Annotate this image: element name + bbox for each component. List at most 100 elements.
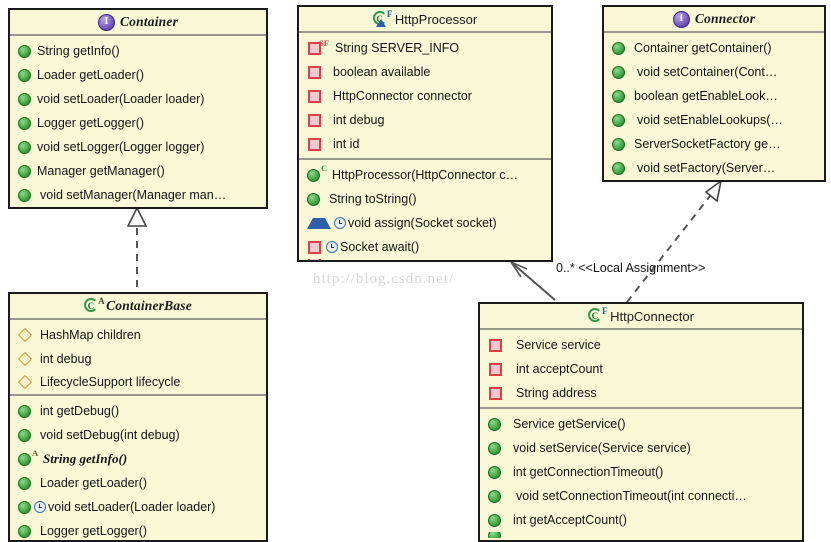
- class-icon: C F: [588, 307, 608, 324]
- public-marker-icon: [18, 68, 31, 82]
- synchronized-icon: [34, 501, 46, 513]
- attribute-row[interactable]: HttpConnector connector: [299, 84, 551, 108]
- class-icon: C F: [372, 10, 392, 27]
- abstract-badge: A: [32, 447, 39, 458]
- method-row[interactable]: void setContainer(Cont…: [604, 60, 824, 84]
- method-row[interactable]: Logger getLogger(): [10, 519, 266, 540]
- method-row[interactable]: Loader getLoader(): [10, 471, 266, 495]
- method-row[interactable]: A String getInfo(): [10, 447, 266, 471]
- method-label: Service getService(): [513, 417, 626, 431]
- method-label: Manager getManager(): [37, 164, 165, 178]
- method-row[interactable]: Logger getLogger(): [10, 111, 266, 135]
- method-label: void setEnableLookups(…: [637, 113, 783, 127]
- attribute-label: Service service: [516, 338, 601, 352]
- method-row[interactable]: boolean getEnableLook…: [604, 84, 824, 108]
- protected-marker-icon: [307, 217, 331, 229]
- attribute-label: boolean available: [333, 65, 431, 79]
- method-row[interactable]: void setEnableLookups(…: [604, 108, 824, 132]
- method-row[interactable]: Manager getManager(): [10, 159, 266, 183]
- method-label: Container getContainer(): [634, 41, 772, 55]
- synchronized-icon: [326, 241, 338, 253]
- attribute-row[interactable]: SF String SERVER_INFO: [299, 36, 551, 60]
- method-label: void setFactory(Server…: [637, 161, 776, 175]
- public-marker-icon: [612, 137, 625, 151]
- class-box-container[interactable]: I Container String getInfo() Loader getL…: [8, 8, 268, 209]
- method-label: void setManager(Manager man…: [40, 188, 227, 202]
- attributes-compartment-httpconnector: Service service int acceptCount String a…: [480, 330, 802, 407]
- public-marker-icon: [18, 476, 31, 490]
- private-marker-icon: [308, 113, 321, 127]
- attribute-marker-icon: [17, 374, 33, 389]
- public-marker-icon: [307, 192, 320, 206]
- public-marker-icon: [18, 44, 31, 58]
- attribute-row[interactable]: boolean available: [299, 60, 551, 84]
- interface-icon: I: [97, 13, 115, 31]
- attribute-row[interactable]: int debug: [299, 108, 551, 132]
- method-row[interactable]: void setDebug(int debug): [10, 423, 266, 447]
- methods-compartment-connector: Container getContainer() void setContain…: [604, 33, 824, 180]
- private-marker-icon: [308, 137, 321, 151]
- method-row[interactable]: void setManager(Manager man…: [10, 183, 266, 207]
- class-box-httpconnector[interactable]: C F HttpConnector Service service int ac…: [478, 302, 804, 542]
- method-label: ServerSocketFactory ge…: [634, 137, 781, 151]
- private-marker-icon: [308, 65, 321, 79]
- method-row[interactable]: void setLoader(Loader loader): [10, 87, 266, 111]
- method-row[interactable]: String getInfo(): [10, 39, 266, 63]
- method-row[interactable]: ServerSocketFactory ge…: [604, 132, 824, 156]
- attribute-row[interactable]: Service service: [480, 333, 802, 357]
- method-label: void setContainer(Cont…: [637, 65, 778, 79]
- attribute-row[interactable]: int id: [299, 132, 551, 156]
- method-row[interactable]: Container getContainer(): [604, 36, 824, 60]
- method-label: String toString(): [329, 192, 417, 206]
- public-marker-icon: [488, 441, 501, 455]
- public-marker-icon: [18, 188, 31, 202]
- class-icon: C A: [84, 297, 105, 314]
- method-label: Loader getLoader(): [40, 476, 148, 490]
- method-row[interactable]: void setLoader(Loader loader): [10, 495, 266, 519]
- method-row[interactable]: Loader getLoader(): [10, 63, 266, 87]
- method-row-clipped[interactable]: [480, 532, 802, 538]
- attribute-label: int id: [333, 137, 360, 151]
- attribute-row[interactable]: LifecycleSupport lifecycle: [10, 371, 266, 392]
- methods-compartment-httpconnector: Service getService() void setService(Ser…: [480, 407, 802, 540]
- attributes-compartment-containerbase: HashMap children int debug LifecycleSupp…: [10, 320, 266, 394]
- method-label: void setService(Service service): [513, 441, 691, 455]
- realization-containerbase-container: [126, 206, 148, 287]
- method-row[interactable]: C HttpProcessor(HttpConnector c…: [299, 163, 551, 187]
- public-marker-icon: A: [18, 448, 38, 466]
- method-label: int getAcceptCount(): [513, 513, 627, 527]
- method-row[interactable]: void setConnectionTimeout(int connecti…: [480, 484, 802, 508]
- attribute-row[interactable]: String address: [480, 381, 802, 405]
- method-row[interactable]: void setLogger(Logger logger): [10, 135, 266, 159]
- public-marker-icon: [18, 404, 31, 418]
- method-row[interactable]: String toString(): [299, 187, 551, 211]
- class-box-containerbase[interactable]: C A ContainerBase HashMap children int d…: [8, 292, 268, 542]
- attributes-compartment-httpprocessor: SF String SERVER_INFO boolean available …: [299, 33, 551, 158]
- method-row[interactable]: int getConnectionTimeout(): [480, 460, 802, 484]
- method-label: String getInfo(): [37, 44, 120, 58]
- static-final-badge: SF: [319, 37, 329, 48]
- attribute-row[interactable]: HashMap children: [10, 323, 266, 347]
- methods-compartment-httpprocessor: C HttpProcessor(HttpConnector c… String …: [299, 158, 551, 260]
- class-box-httpprocessor[interactable]: C F HttpProcessor SF String SERVER_INFO …: [297, 5, 553, 262]
- attribute-row[interactable]: int acceptCount: [480, 357, 802, 381]
- private-marker-icon: [489, 386, 502, 400]
- method-row[interactable]: int getAcceptCount(): [480, 508, 802, 532]
- method-row[interactable]: void setFactory(Server…: [604, 156, 824, 180]
- association-label: 0..* <<Local Assignment>>: [556, 261, 706, 275]
- attribute-label: HashMap children: [40, 328, 141, 342]
- method-row[interactable]: void setService(Service service): [480, 436, 802, 460]
- method-row[interactable]: Socket await(): [299, 235, 551, 259]
- method-row[interactable]: Service getService(): [480, 412, 802, 436]
- attribute-label: HttpConnector connector: [333, 89, 472, 103]
- class-title-connector: Connector: [694, 11, 756, 26]
- class-title-httpconnector: HttpConnector: [610, 308, 694, 324]
- attribute-row[interactable]: int debug: [10, 347, 266, 371]
- class-header-httpconnector: C F HttpConnector: [480, 304, 802, 330]
- class-box-connector[interactable]: I Connector Container getContainer() voi…: [602, 5, 826, 182]
- class-title-httpprocessor: HttpProcessor: [394, 11, 478, 27]
- method-row-clipped[interactable]: [299, 259, 551, 260]
- method-row[interactable]: void assign(Socket socket): [299, 211, 551, 235]
- method-row[interactable]: int getDebug(): [10, 399, 266, 423]
- method-label: void assign(Socket socket): [348, 216, 497, 230]
